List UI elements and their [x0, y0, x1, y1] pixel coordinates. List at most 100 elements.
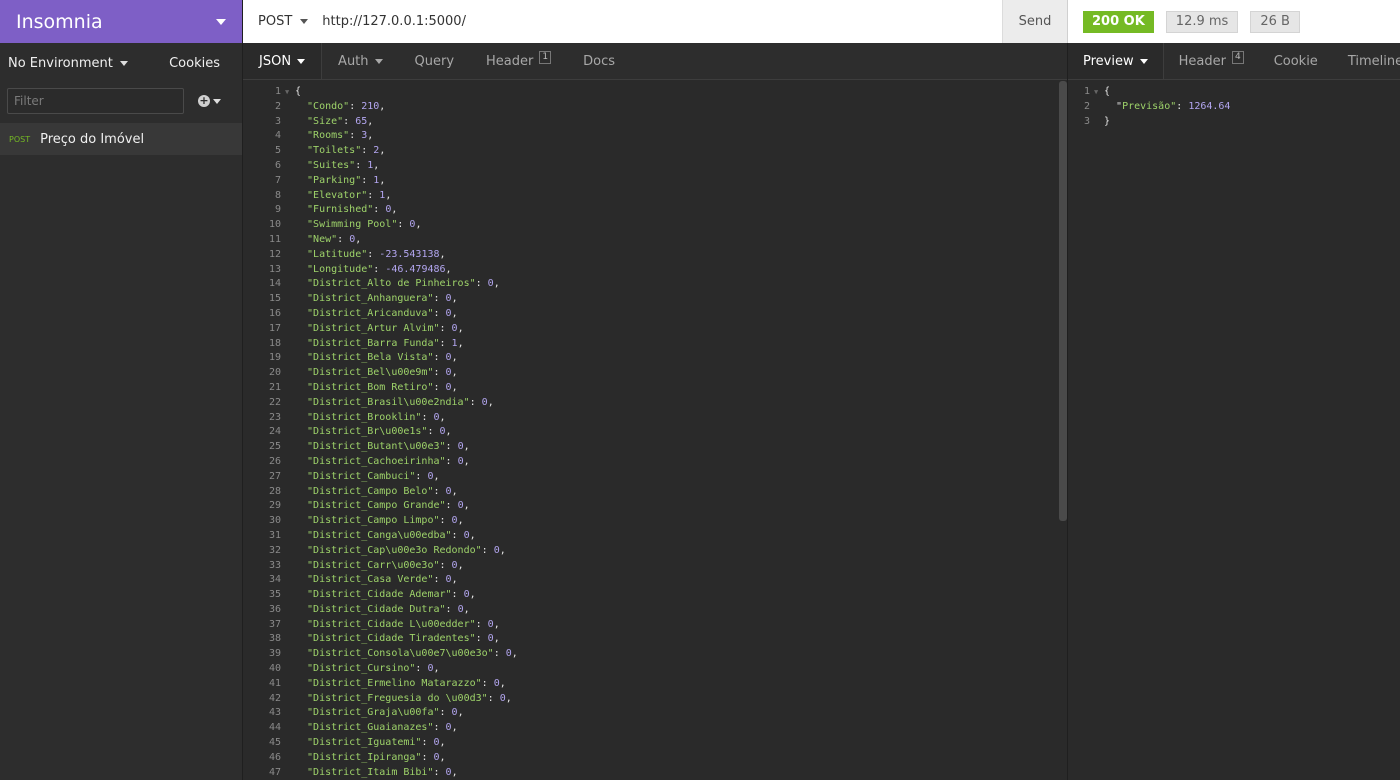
code-line: 34 "District_Casa Verde": 0,: [243, 573, 1067, 588]
cookies-button[interactable]: Cookies: [169, 56, 220, 71]
tab-auth[interactable]: Auth: [322, 43, 398, 79]
line-number: 45: [268, 737, 281, 749]
workspace-menu[interactable]: Insomnia: [0, 0, 242, 43]
plus-circle-icon: +: [198, 94, 210, 107]
line-number: 34: [268, 574, 281, 586]
json-key: Previsão: [1122, 100, 1171, 112]
json-key: "District_Anhanguera": [295, 293, 434, 305]
code-line: 6 "Suites": 1,: [243, 159, 1067, 174]
line-number: 25: [268, 441, 281, 453]
line-number: 6: [274, 159, 281, 171]
line-number: 17: [268, 322, 281, 334]
tab-query[interactable]: Query: [399, 43, 471, 79]
line-number: 16: [268, 307, 281, 319]
tab-docs[interactable]: Docs: [567, 43, 631, 79]
code-line: 1 ▼{: [243, 85, 1067, 100]
line-number: 2: [274, 100, 281, 112]
method-selector[interactable]: POST: [243, 0, 322, 43]
json-key: "District_Cachoeirinha": [295, 455, 446, 467]
line-number: 8: [274, 189, 281, 201]
line-number: 46: [268, 751, 281, 763]
json-key: "District_Bom Retiro": [295, 381, 434, 393]
line-number: 44: [268, 722, 281, 734]
line-number: 4: [274, 130, 281, 142]
sidebar-request-item[interactable]: POST Preço do Imóvel: [0, 123, 242, 155]
json-key: "Elevator": [295, 189, 368, 201]
code-line: 4 "Rooms": 3,: [243, 129, 1067, 144]
line-number: 3: [1083, 115, 1090, 127]
code-line: 36 "District_Cidade Dutra": 0,: [243, 603, 1067, 618]
code-line: 37 "District_Cidade L\u00edder": 0,: [243, 618, 1067, 633]
line-number: 7: [274, 174, 281, 186]
tab-cookie[interactable]: Cookie: [1259, 43, 1333, 79]
json-key: "District_Brooklin": [295, 411, 422, 423]
tab-header[interactable]: Header 1: [470, 43, 567, 79]
json-key: "Toilets": [295, 145, 362, 157]
code-line: 26 "District_Cachoeirinha": 0,: [243, 455, 1067, 470]
tab-response-header[interactable]: Header 4: [1164, 43, 1259, 79]
code-line: 27 "District_Cambuci": 0,: [243, 470, 1067, 485]
editor-scrollbar[interactable]: [1059, 81, 1067, 521]
line-number: 41: [268, 677, 281, 689]
brace: }: [1104, 115, 1111, 127]
status-badge: 200 OK: [1083, 10, 1154, 33]
code-line: 47 "District_Itaim Bibi": 0,: [243, 766, 1067, 780]
chevron-down-icon: [374, 58, 383, 64]
json-number: 65: [355, 115, 368, 127]
line-number: 29: [268, 500, 281, 512]
request-body-editor[interactable]: 1 ▼{2 "Condo": 210, 3 "Size": 65, 4 "Rooms"…: [243, 80, 1067, 780]
line-number: 36: [268, 603, 281, 615]
json-key: "District_Freguesia do \u00d3": [295, 692, 488, 704]
json-key: "District_Cidade L\u00edder": [295, 618, 476, 630]
send-button[interactable]: Send: [1002, 0, 1067, 43]
code-line: 15 "District_Anhanguera": 0,: [243, 292, 1067, 307]
tab-docs-label: Docs: [583, 53, 615, 69]
response-tabs: Preview Header 4 Cookie Timeline: [1068, 43, 1400, 80]
code-line: 7 "Parking": 1,: [243, 174, 1067, 189]
line-number: 19: [268, 352, 281, 364]
fold-arrow-icon[interactable]: ▼: [285, 85, 295, 100]
json-key: "District_Ermelino Matarazzo": [295, 677, 482, 689]
request-pane: JSON Auth Query Header 1 Docs 1 ▼{2 "Cond…: [243, 43, 1067, 780]
line-number: 23: [268, 411, 281, 423]
code-line: 11 "New": 0,: [243, 233, 1067, 248]
code-line: 44 "District_Guaianazes": 0,: [243, 721, 1067, 736]
line-number: 28: [268, 485, 281, 497]
tab-preview[interactable]: Preview: [1068, 43, 1164, 79]
method-label: POST: [258, 14, 293, 29]
line-number: 27: [268, 470, 281, 482]
line-number: 43: [268, 707, 281, 719]
json-number: -46.479486: [385, 263, 446, 275]
code-line: 45 "District_Iguatemi": 0,: [243, 736, 1067, 751]
json-key: "District_Cidade Tiradentes": [295, 633, 476, 645]
tab-query-label: Query: [414, 53, 455, 69]
filter-input[interactable]: [7, 88, 184, 114]
json-key: "District_Cap\u00e3o Redondo": [295, 544, 482, 556]
code-line: 16 "District_Aricanduva": 0,: [243, 307, 1067, 322]
json-key: "District_Consola\u00e7\u00e3o": [295, 648, 494, 660]
json-key: "District_Casa Verde": [295, 574, 434, 586]
code-line: 31 "District_Canga\u00edba": 0,: [243, 529, 1067, 544]
tab-body[interactable]: JSON: [243, 43, 323, 79]
tab-timeline[interactable]: Timeline: [1333, 43, 1400, 79]
response-header-count-badge: 4: [1231, 50, 1244, 64]
url-input[interactable]: [322, 0, 1002, 43]
chevron-down-icon: [1139, 58, 1148, 64]
line-number: 40: [268, 663, 281, 675]
json-key: "District_Campo Limpo": [295, 515, 440, 527]
json-key: "District_Bel\u00e9m": [295, 367, 434, 379]
line-number: 39: [268, 648, 281, 660]
line-number: 32: [268, 544, 281, 556]
code-line: 29 "District_Campo Grande": 0,: [243, 499, 1067, 514]
code-line: 2 "Condo": 210,: [243, 100, 1067, 115]
fold-arrow-icon[interactable]: ▼: [1094, 85, 1104, 100]
code-line: 42 "District_Freguesia do \u00d3": 0,: [243, 692, 1067, 707]
code-line: 13 "Longitude": -46.479486,: [243, 263, 1067, 278]
code-line: 32 "District_Cap\u00e3o Redondo": 0,: [243, 544, 1067, 559]
code-line: 23 "District_Brooklin": 0,: [243, 411, 1067, 426]
environment-selector[interactable]: No Environment: [8, 56, 128, 71]
brace: {: [295, 86, 302, 97]
chevron-down-icon: [297, 58, 306, 64]
json-key: "District_Canga\u00edba": [295, 529, 452, 541]
add-request-button[interactable]: +: [198, 95, 221, 107]
